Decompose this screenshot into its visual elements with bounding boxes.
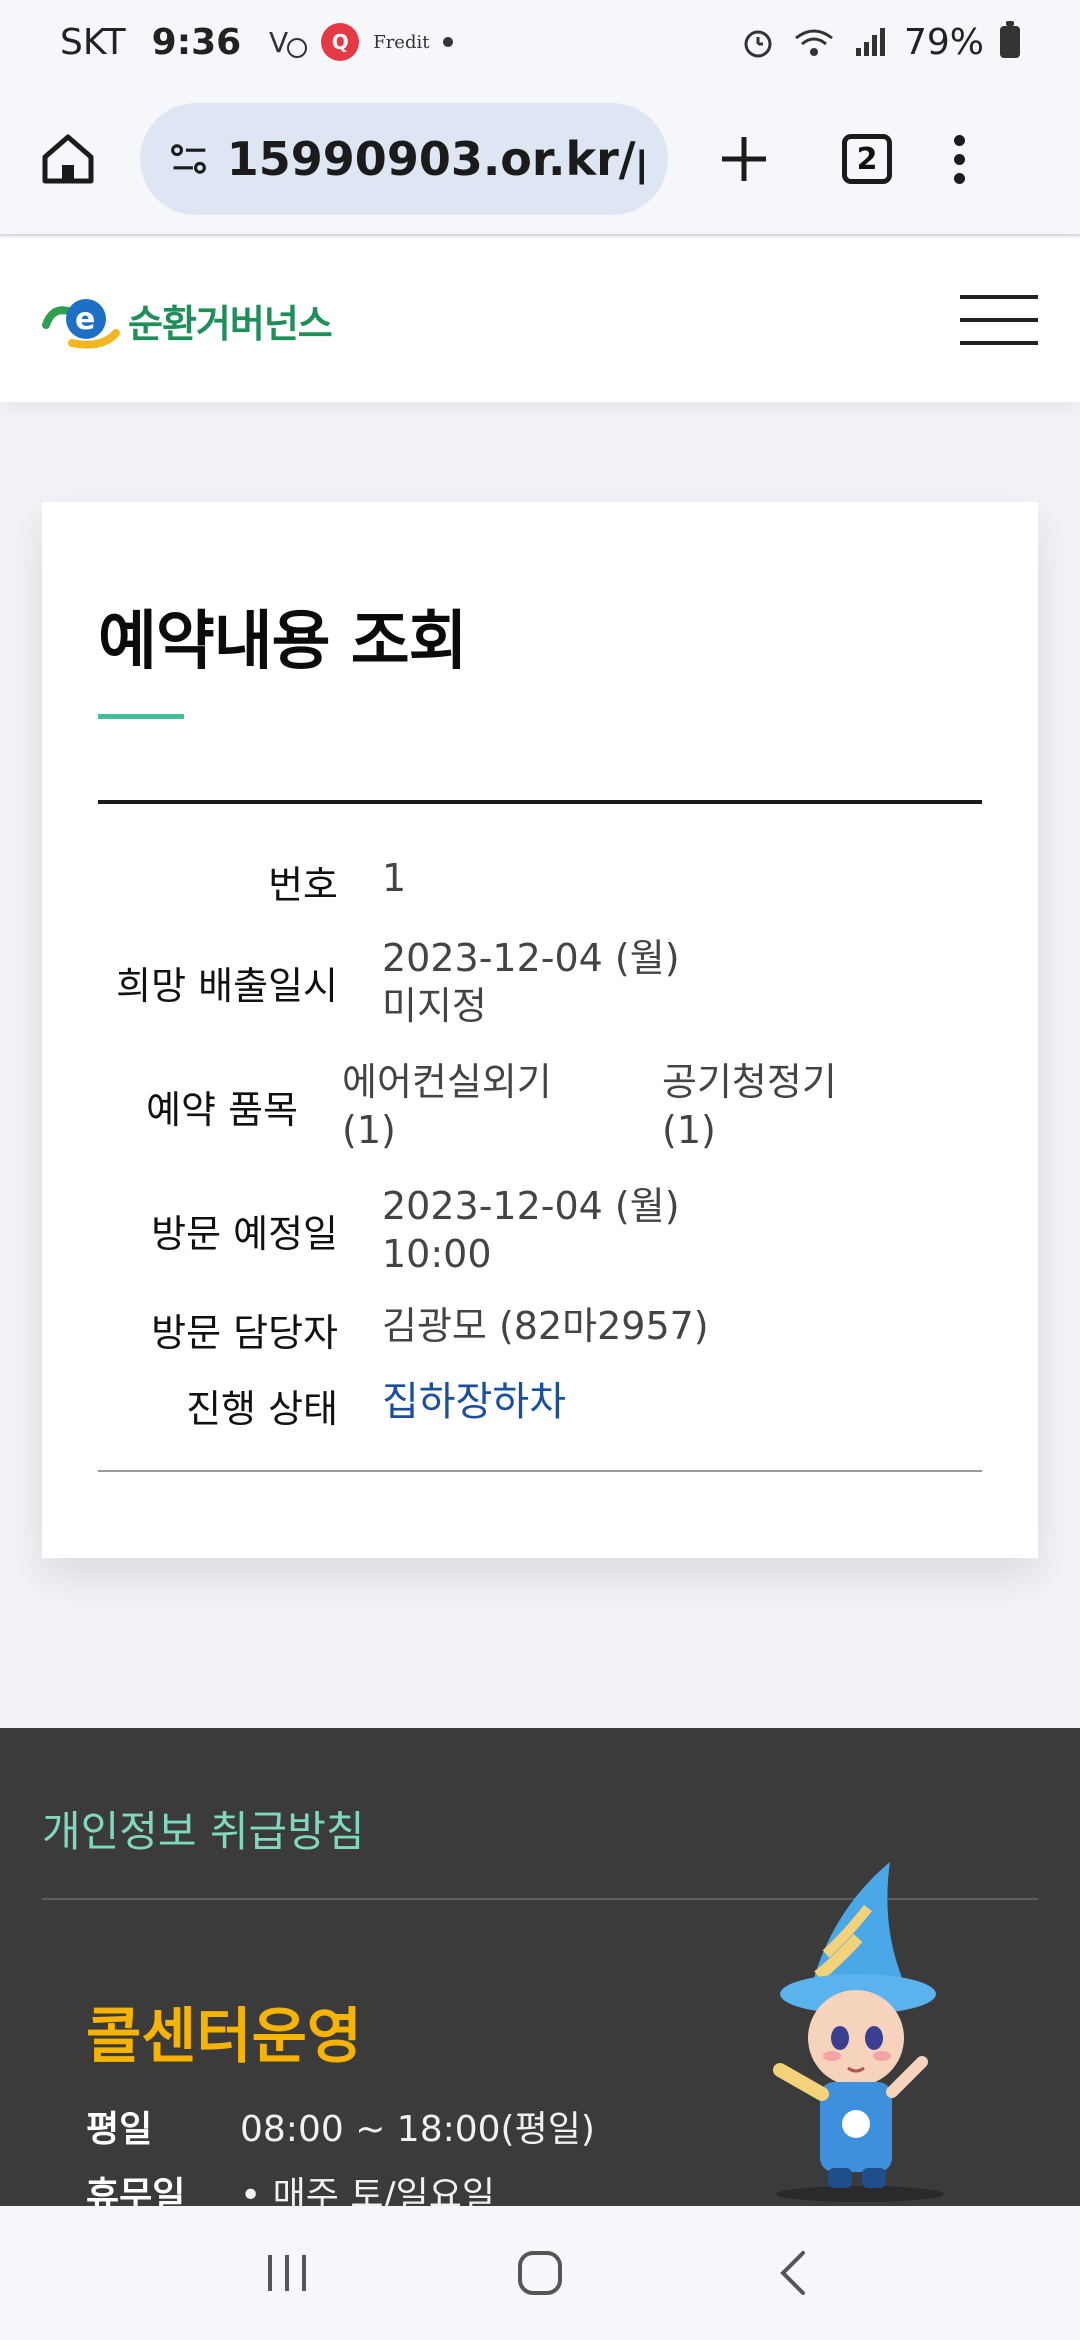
system-navigation-bar [0, 2206, 1080, 2340]
status-bar: SKT 9:36 V Q Fredit 79% [0, 0, 1080, 84]
back-button[interactable] [753, 2233, 833, 2313]
recents-icon [267, 2255, 306, 2291]
svg-text:e: e [75, 302, 95, 337]
hours-label: 평일 [86, 2109, 153, 2150]
notification-app-label: Fredit [373, 31, 430, 53]
battery-percent: 79% [903, 21, 984, 63]
mascot-character-image [773, 1862, 944, 2202]
svg-text:V: V [269, 26, 288, 59]
item-name: 에어컨실외기 [342, 1060, 552, 1104]
info-value: 1 [382, 856, 407, 900]
notification-icons: V Q Fredit [267, 23, 454, 61]
site-logo[interactable]: e 순환거버넌스 [42, 289, 333, 351]
recents-button[interactable] [247, 2233, 327, 2313]
wifi-icon [795, 29, 833, 56]
home-nav-button[interactable] [500, 2233, 580, 2313]
hours-value: • 매주 토/일요일 [240, 2175, 495, 2206]
table-top-divider [98, 800, 982, 804]
battery-icon [1000, 21, 1020, 58]
info-label: 방문 담당자 [151, 1311, 338, 1355]
site-header: e 순환거버넌스 [0, 238, 1080, 402]
clock: 9:36 [151, 21, 242, 63]
info-value: 2023-12-04 (월) 10:00 [382, 1182, 680, 1278]
info-row-preferred-date: 희망 배출일시 2023-12-04 (월) 미지정 [98, 932, 982, 1032]
menu-line-icon [960, 318, 1038, 322]
page-title: 예약내용 조회 [98, 605, 468, 679]
info-row-items: 예약 품목 에어컨실외기 (1) 공기청정기 (1) [98, 1056, 982, 1156]
signal-icon [855, 28, 885, 56]
browser-menu-button[interactable] [954, 134, 965, 184]
info-value: 2023-12-04 (월) 미지정 [382, 934, 680, 1030]
info-row-status: 진행 상태 집하장하차 [98, 1378, 982, 1433]
menu-dot-icon [954, 153, 965, 165]
info-label: 번호 [268, 863, 338, 907]
title-accent-bar [98, 714, 184, 719]
status-value: 집하장하차 [382, 1379, 566, 1425]
reserved-item: 에어컨실외기 (1) [342, 1058, 662, 1154]
info-row-visit-date: 방문 예정일 2023-12-04 (월) 10:00 [98, 1180, 982, 1280]
menu-dot-icon [954, 134, 965, 146]
info-value-line: 2023-12-04 (월) [382, 936, 680, 980]
notification-app-icon: Q [321, 23, 360, 61]
info-value-line: 미지정 [382, 984, 487, 1028]
logo-text: 순환거버넌스 [128, 301, 333, 346]
status-left: SKT 9:36 V Q Fredit [60, 21, 454, 63]
menu-line-icon [960, 341, 1038, 345]
status-right: 79% [740, 21, 1020, 63]
new-tab-button[interactable] [716, 131, 772, 187]
reserved-item: 공기청정기 (1) [662, 1058, 982, 1154]
site-footer: 개인정보 취급방침 콜센터운영 평일 08:00 ~ 18:00(평일) 휴무일… [0, 1728, 1080, 2206]
info-label: 방문 예정일 [151, 1211, 338, 1256]
hours-row-weekday: 평일 08:00 ~ 18:00(평일) [86, 2100, 595, 2152]
home-circle-icon [517, 2251, 562, 2295]
table-bottom-divider [98, 1470, 982, 1472]
browser-toolbar: 15990903.or.kr/po 2 [0, 84, 1080, 236]
more-notifications-dot [443, 37, 454, 47]
info-value: 김광모 (82마2957) [382, 1304, 709, 1348]
reserved-items-list: 에어컨실외기 (1) 공기청정기 (1) [342, 1058, 982, 1154]
info-label: 진행 상태 [186, 1387, 338, 1431]
carrier-label: SKT [60, 21, 126, 63]
hours-row-holiday: 휴무일 • 매주 토/일요일 [86, 2166, 495, 2206]
hours-value: 08:00 ~ 18:00(평일) [240, 2109, 595, 2150]
volte-icon: V [269, 26, 308, 59]
tab-switcher-button[interactable]: 2 [842, 134, 892, 184]
hamburger-menu-button[interactable] [960, 295, 1038, 345]
info-value-line: 10:00 [382, 1232, 492, 1276]
home-button[interactable] [36, 127, 100, 191]
back-icon [780, 2251, 806, 2295]
hours-label: 휴무일 [86, 2175, 186, 2206]
address-bar[interactable]: 15990903.or.kr/po [140, 103, 668, 215]
info-label: 희망 배출일시 [116, 963, 338, 1008]
menu-dot-icon [954, 172, 965, 184]
reservation-card: 예약내용 조회 번호 1 희망 배출일시 2023-12-04 (월) 미지정 … [42, 502, 1038, 1558]
call-center-title: 콜센터운영 [86, 2002, 362, 2072]
alarm-icon [744, 30, 772, 58]
home-icon [42, 134, 94, 184]
menu-line-icon [960, 295, 1038, 299]
url-text: 15990903.or.kr/po [226, 132, 644, 186]
item-name: 공기청정기 [662, 1060, 837, 1104]
item-qty: (1) [342, 1108, 396, 1152]
info-row-visitor: 방문 담당자 김광모 (82마2957) [98, 1302, 982, 1357]
info-value-line: 2023-12-04 (월) [382, 1184, 680, 1228]
item-qty: (1) [662, 1108, 716, 1152]
e-logo-icon: e [42, 299, 120, 349]
plus-icon [722, 137, 766, 181]
info-row-number: 번호 1 [98, 854, 982, 909]
site-settings-icon[interactable] [170, 139, 209, 179]
info-label: 예약 품목 [146, 1087, 298, 1132]
privacy-policy-link[interactable]: 개인정보 취급방침 [42, 1798, 364, 1859]
